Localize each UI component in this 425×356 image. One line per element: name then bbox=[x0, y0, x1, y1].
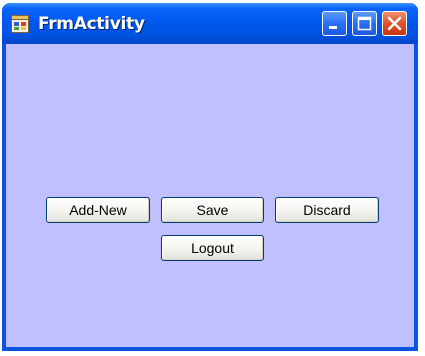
window-title: FrmActivity bbox=[38, 14, 145, 34]
logout-button[interactable]: Logout bbox=[161, 235, 264, 261]
discard-button[interactable]: Discard bbox=[275, 197, 379, 223]
title-bar[interactable]: FrmActivity bbox=[2, 3, 418, 44]
close-button[interactable] bbox=[382, 11, 407, 36]
minimize-button[interactable] bbox=[322, 11, 347, 36]
app-window: FrmActivity Add-New Save Discard Logout bbox=[2, 3, 418, 351]
maximize-button[interactable] bbox=[352, 11, 377, 36]
add-new-button[interactable]: Add-New bbox=[46, 197, 150, 223]
form-icon[interactable] bbox=[11, 15, 29, 33]
form-client-area: Add-New Save Discard Logout bbox=[6, 44, 414, 347]
save-button[interactable]: Save bbox=[161, 197, 264, 223]
